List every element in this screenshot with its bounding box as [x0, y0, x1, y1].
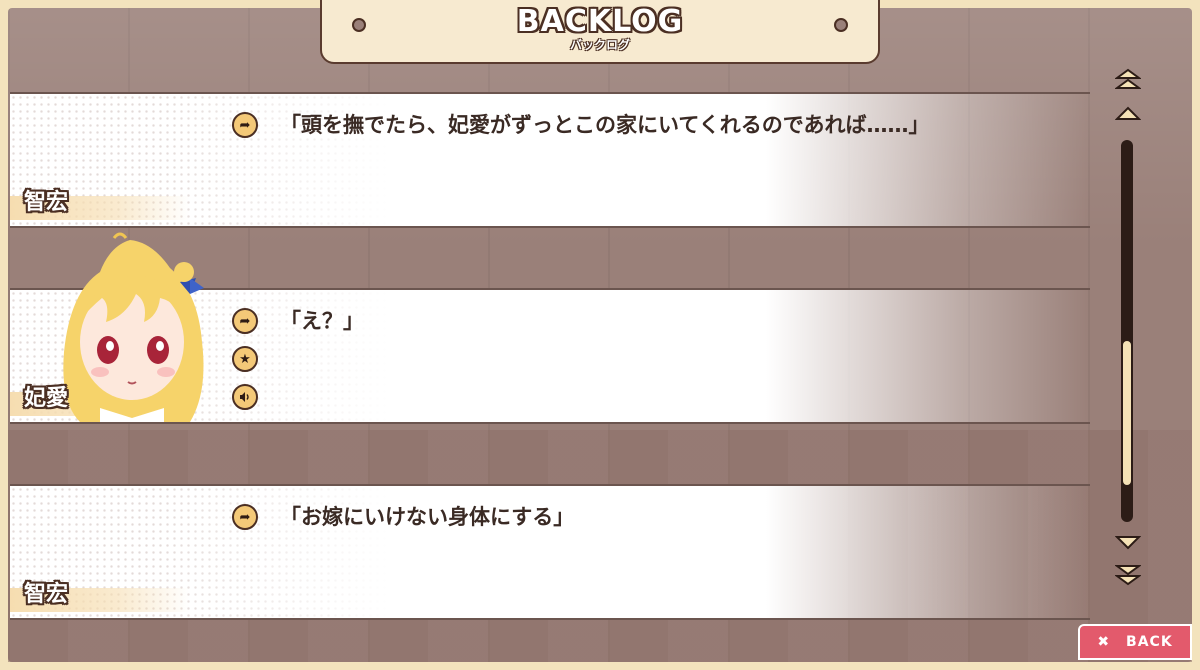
scroll-area [1108, 66, 1148, 596]
double-chevron-down-icon [1115, 565, 1141, 586]
scroll-top-button[interactable] [1114, 68, 1142, 90]
chevron-down-icon [1115, 536, 1141, 550]
speaker-name: 妃愛 [24, 386, 69, 411]
speaker-icon[interactable] [232, 384, 258, 410]
speaker-name: 智宏 [24, 190, 69, 215]
star-icon[interactable]: ★ [232, 346, 258, 372]
scrollbar-thumb[interactable] [1121, 339, 1133, 487]
close-icon: ✖ [1097, 634, 1111, 650]
dialogue-text: 「お嫁にいけない身体にする」 [280, 505, 575, 529]
scroll-bottom-button[interactable] [1114, 564, 1142, 586]
chevron-up-icon [1115, 106, 1141, 120]
double-chevron-up-icon [1115, 68, 1141, 89]
scrollbar-track[interactable] [1121, 140, 1133, 522]
title-plate: BACKLOG バックログ [320, 0, 880, 64]
scroll-up-button[interactable] [1114, 102, 1142, 124]
log-entry: 智宏 ➦ 「頭を撫でたら、妃愛がずっとこの家にいてくれるのであれば……」 [10, 92, 1090, 228]
back-button-label: BACK [1126, 634, 1173, 650]
page-title: BACKLOG [516, 4, 684, 39]
dialogue-text: 「頭を撫でたら、妃愛がずっとこの家にいてくれるのであれば……」 [280, 113, 930, 137]
scroll-down-button[interactable] [1114, 532, 1142, 554]
arrow-right-icon[interactable]: ➦ [232, 112, 258, 138]
dialogue-text: 「え？」 [280, 309, 364, 333]
arrow-right-icon[interactable]: ➦ [232, 308, 258, 334]
page-subtitle: バックログ [569, 38, 630, 52]
log-entry: 智宏 ➦ 「お嫁にいけない身体にする」 [10, 484, 1090, 620]
speaker-name: 智宏 [24, 582, 69, 607]
back-button[interactable]: ✖ BACK [1078, 624, 1192, 660]
arrow-right-icon[interactable]: ➦ [232, 504, 258, 530]
